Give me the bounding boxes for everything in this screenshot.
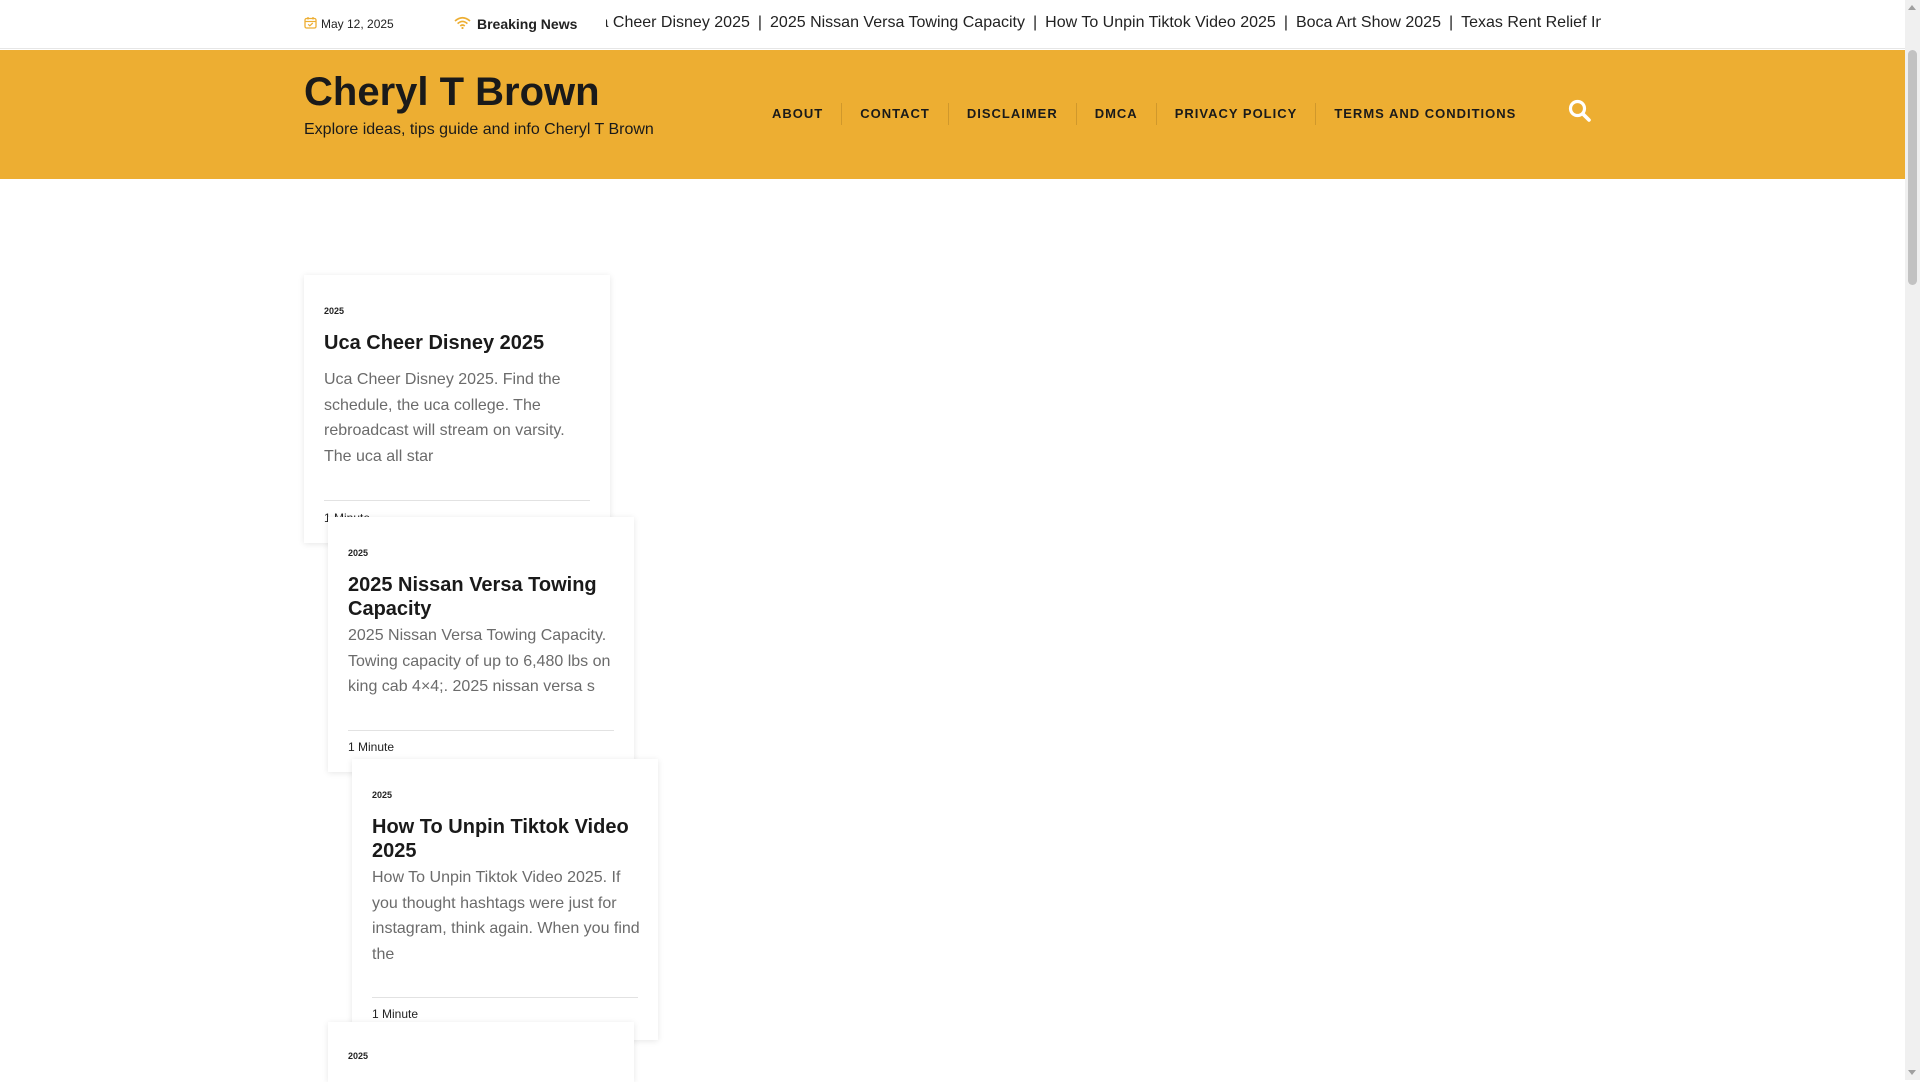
- post-excerpt: Uca Cheer Disney 2025. Find the schedule…: [324, 371, 565, 465]
- calendar-icon: [304, 16, 317, 32]
- ticker-link[interactable]: Uca Cheer Disney 2025: [606, 14, 750, 31]
- divider: [348, 730, 614, 731]
- search-icon[interactable]: [1567, 98, 1593, 124]
- post-card: 2025: [328, 1022, 634, 1082]
- ticker-link[interactable]: 2025 Nissan Versa Towing Capacity: [770, 14, 1025, 31]
- read-time: 1 Minute: [372, 1007, 419, 1021]
- breaking-news: Breaking News: [454, 16, 577, 32]
- nav-item-contact[interactable]: CONTACT: [841, 103, 948, 125]
- ticker-link[interactable]: How To Unpin Tiktok Video 2025: [1045, 14, 1276, 31]
- post-title[interactable]: 2025 Nissan Versa Towing Capacity: [348, 573, 618, 621]
- nav-item-dmca[interactable]: DMCA: [1075, 103, 1156, 125]
- post-category[interactable]: 2025: [324, 306, 344, 316]
- news-ticker: Uca Cheer Disney 2025 | 2025 Nissan Versa …: [606, 14, 1601, 36]
- site-title[interactable]: Cheryl T Brown: [304, 70, 600, 115]
- post-excerpt: How To Unpin Tiktok Video 2025. If you t…: [372, 869, 640, 963]
- ticker-separator: |: [1033, 14, 1038, 31]
- scrollbar-thumb[interactable]: [1908, 50, 1917, 285]
- read-time: 1 Minute: [348, 740, 395, 754]
- date-display: May 12, 2025: [304, 16, 394, 32]
- nav-item-privacy-policy[interactable]: PRIVACY POLICY: [1155, 103, 1316, 125]
- scrollbar[interactable]: [1905, 0, 1920, 1080]
- ticker-separator: |: [757, 14, 763, 31]
- scroll-up-arrow-icon[interactable]: [1908, 5, 1916, 10]
- nav-item-terms[interactable]: TERMS AND CONDITIONS: [1315, 103, 1534, 125]
- ticker-separator: |: [1448, 14, 1454, 31]
- main-nav: ABOUT CONTACT DISCLAIMER DMCA PRIVACY PO…: [754, 103, 1534, 125]
- post-card: 2025 How To Unpin Tiktok Video 2025 How …: [352, 759, 658, 1040]
- site-tagline: Explore ideas, tips guide and info Chery…: [304, 121, 654, 138]
- divider: [372, 997, 638, 998]
- ticker-separator: |: [1283, 14, 1288, 31]
- date-text: May 12, 2025: [321, 17, 394, 31]
- post-title[interactable]: How To Unpin Tiktok Video 2025: [372, 815, 642, 863]
- wifi-icon: [454, 16, 471, 32]
- breaking-news-label: Breaking News: [477, 16, 578, 32]
- post-category[interactable]: 2025: [348, 548, 368, 558]
- nav-item-disclaimer[interactable]: DISCLAIMER: [947, 103, 1076, 125]
- post-card: 2025 2025 Nissan Versa Towing Capacity 2…: [328, 517, 634, 772]
- ticker-link[interactable]: Texas Rent Relief Income Limits: [1461, 14, 1601, 31]
- divider: [324, 500, 590, 501]
- post-category[interactable]: 2025: [372, 790, 392, 800]
- post-category[interactable]: 2025: [348, 1051, 368, 1061]
- top-bar: May 12, 2025 Breaking News Uca Cheer Dis…: [0, 0, 1905, 49]
- post-card: 2025 Uca Cheer Disney 2025 Uca Cheer Dis…: [304, 275, 610, 543]
- nav-item-about[interactable]: ABOUT: [754, 103, 841, 125]
- scroll-down-arrow-icon[interactable]: [1908, 1070, 1916, 1075]
- post-title[interactable]: Uca Cheer Disney 2025: [324, 331, 594, 355]
- ticker-link[interactable]: Boca Art Show 2025: [1296, 14, 1441, 31]
- post-excerpt: 2025 Nissan Versa Towing Capacity. Towin…: [348, 627, 611, 695]
- site-header: Cheryl T Brown Explore ideas, tips guide…: [0, 50, 1905, 179]
